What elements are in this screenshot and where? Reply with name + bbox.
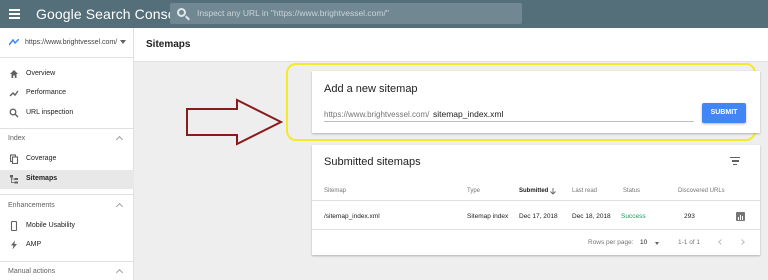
sitemap-icon — [10, 175, 18, 184]
divider — [0, 194, 134, 195]
cell-type: Sitemap index — [467, 213, 509, 220]
search-icon — [9, 108, 19, 118]
column-header-type[interactable]: Type — [467, 188, 480, 194]
rows-per-page-label: Rows per page: — [588, 239, 634, 246]
chevron-left-icon[interactable] — [718, 239, 724, 245]
annotation-arrow-icon — [186, 98, 284, 146]
column-header-status[interactable]: Status — [623, 188, 640, 194]
bolt-icon — [11, 240, 17, 250]
chevron-right-icon[interactable] — [739, 239, 745, 245]
column-header-submitted[interactable]: Submitted — [519, 188, 548, 194]
sidebar-item-label: Mobile Usability — [26, 222, 76, 229]
sidebar: https://www.brightvessel.com/ Overview P… — [0, 28, 134, 280]
sidebar-item-performance[interactable]: Performance — [0, 84, 134, 103]
sidebar-item-sitemaps[interactable]: Sitemaps — [0, 170, 134, 189]
input-underline — [324, 121, 694, 122]
chevron-up-icon — [115, 202, 124, 211]
chevron-up-icon — [115, 135, 124, 144]
divider — [0, 261, 134, 262]
section-label: Enhancements — [8, 202, 55, 209]
chevron-down-icon — [655, 242, 659, 245]
divider — [0, 128, 134, 129]
submit-button[interactable]: SUBMIT — [702, 103, 746, 123]
column-header-sitemap[interactable]: Sitemap — [324, 188, 346, 194]
trending-icon — [9, 90, 19, 97]
sidebar-item-coverage[interactable]: Coverage — [0, 150, 134, 169]
sidebar-item-mobile-usability[interactable]: Mobile Usability — [0, 217, 134, 236]
sidebar-item-label: URL inspection — [26, 109, 74, 116]
url-inspect-search[interactable]: Inspect any URL in "https://www.brightve… — [170, 3, 522, 24]
hamburger-menu-icon[interactable] — [9, 9, 20, 19]
property-selector[interactable]: https://www.brightvessel.com/ — [0, 28, 134, 58]
property-url: https://www.brightvessel.com/ — [25, 39, 118, 46]
add-sitemap-card: Add a new sitemap https://www.brightvess… — [312, 71, 760, 133]
cell-discovered-urls: 293 — [684, 213, 695, 220]
cell-last-read: Dec 18, 2018 — [572, 213, 611, 220]
bar-chart-icon[interactable] — [736, 212, 745, 221]
rows-per-page-select[interactable]: 10 — [640, 239, 647, 246]
chevron-down-icon — [120, 40, 126, 44]
sidebar-item-url-inspection[interactable]: URL inspection — [0, 104, 134, 123]
cell-status: Success — [621, 213, 646, 220]
cell-sitemap: /sitemap_index.xml — [324, 213, 380, 220]
sidebar-item-label: Coverage — [26, 155, 57, 162]
sitemap-url-input[interactable]: sitemap_index.xml — [433, 109, 503, 119]
column-header-last-read[interactable]: Last read — [572, 188, 597, 194]
page-title: Sitemaps — [146, 39, 191, 50]
page-header: Sitemaps — [134, 28, 768, 62]
copy-icon — [9, 154, 19, 164]
sidebar-item-label: AMP — [26, 241, 42, 248]
filter-icon[interactable] — [730, 157, 740, 166]
submitted-sitemaps-card: Submitted sitemaps Sitemap Type Submitte… — [312, 145, 760, 255]
search-icon — [177, 8, 186, 17]
top-app-bar: Google Search Console Inspect any URL in… — [0, 0, 768, 28]
sidebar-item-amp[interactable]: AMP — [0, 236, 134, 255]
sitemap-url-prefix: https://www.brightvessel.com/ — [324, 110, 430, 119]
section-label: Index — [8, 135, 26, 142]
sidebar-item-label: Performance — [26, 89, 67, 96]
sidebar-item-label: Sitemaps — [26, 175, 58, 182]
phone-icon — [10, 221, 18, 231]
submitted-sitemaps-title: Submitted sitemaps — [324, 156, 421, 168]
home-icon — [10, 70, 18, 78]
sidebar-item-label: Overview — [26, 70, 56, 77]
cell-submitted: Dec 17, 2018 — [519, 213, 558, 220]
column-header-discovered-urls[interactable]: Discovered URLs — [678, 188, 725, 194]
sidebar-item-overview[interactable]: Overview — [0, 65, 134, 84]
header-divider — [312, 200, 760, 201]
section-header-index[interactable]: Index — [0, 133, 134, 147]
arrow-down-icon — [550, 188, 556, 195]
pagination-range: 1-1 of 1 — [678, 239, 701, 246]
section-header-manual-actions[interactable]: Manual actions — [0, 266, 134, 280]
row-divider — [312, 229, 760, 230]
property-logo-icon — [9, 39, 19, 46]
search-placeholder: Inspect any URL in "https://www.brightve… — [197, 8, 389, 18]
chevron-up-icon — [115, 268, 124, 277]
section-header-enhancements[interactable]: Enhancements — [0, 200, 134, 214]
section-label: Manual actions — [8, 268, 56, 275]
add-sitemap-title: Add a new sitemap — [324, 83, 418, 95]
product-title[interactable]: Google Search Console — [36, 6, 187, 22]
